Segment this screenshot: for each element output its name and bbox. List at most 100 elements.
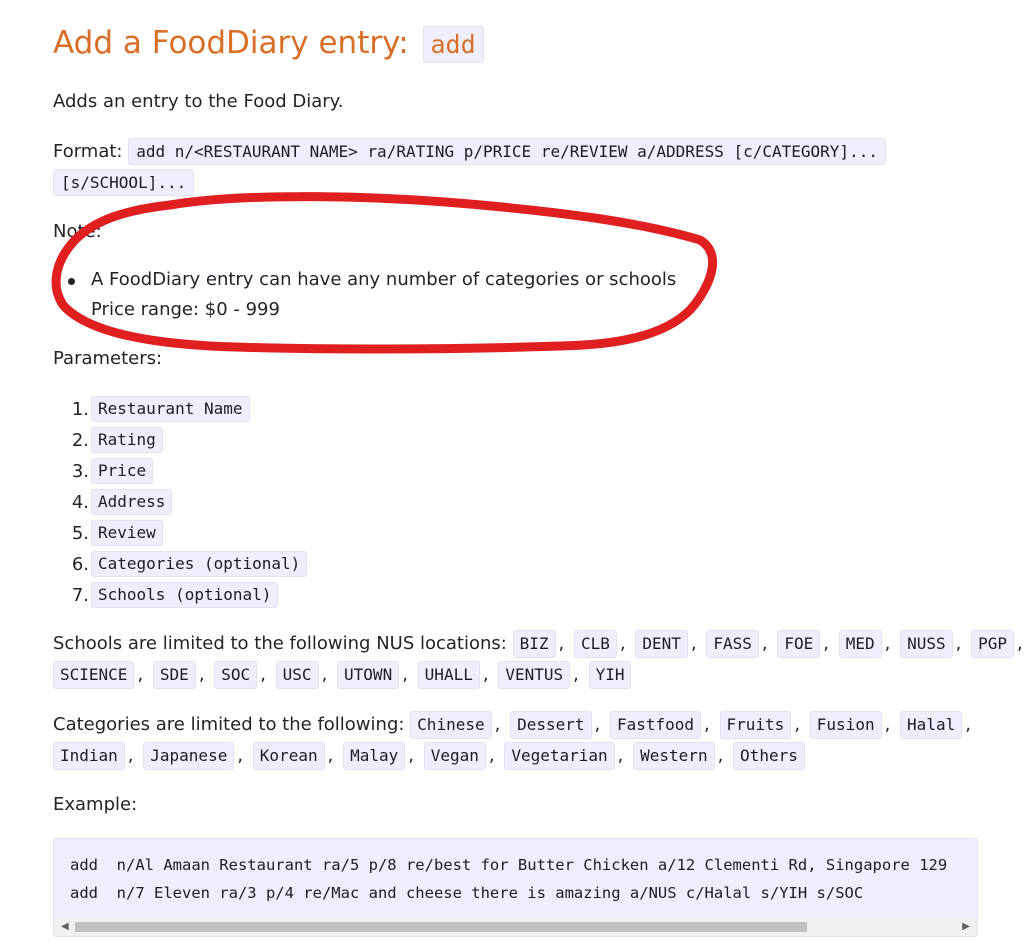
schools-tag: FASS [706,630,759,658]
parameter-code: Price [91,458,154,484]
categories-tag: Malay [343,742,406,770]
schools-tag: USC [275,661,319,689]
separator-comma: , [408,745,414,766]
separator-comma: , [558,633,565,654]
separator-comma: , [955,633,962,654]
parameter-number: 1. [71,399,89,420]
separator-comma: , [690,633,697,654]
separator-comma: , [327,745,334,766]
parameter-item: 7. Schools (optional) [53,580,453,611]
horizontal-scrollbar[interactable]: ◀ ▶ [54,918,977,936]
categories-label: Categories are limited to the following: [53,714,405,735]
separator-comma: , [321,664,328,685]
categories-tag: Western [633,742,715,770]
categories-tag: Fruits [719,711,792,739]
separator-comma: , [494,714,501,735]
parameter-item: 3. Price [53,456,453,487]
example-code: add n/Al Amaan Restaurant ra/5 p/8 re/be… [70,851,947,907]
separator-comma: , [137,664,144,685]
schools-line-1: Schools are limited to the following NUS… [53,629,1023,659]
separator-comma: , [237,745,244,766]
command-code: add [422,26,484,63]
separator-comma: , [488,745,495,766]
parameter-item: 6. Categories (optional) [53,549,453,580]
separator-comma: , [717,745,724,766]
separator-comma: , [823,633,829,654]
format-code-2: [s/SCHOOL]... [53,169,195,196]
parameter-code: Rating [91,427,163,453]
separator-comma: , [127,745,134,766]
note-label: Note: [53,221,102,242]
schools-tag: UTOWN [337,661,400,689]
schools-tag: BIZ [512,630,556,658]
parameters-label: Parameters: [53,348,163,369]
bullet-icon [68,278,75,285]
separator-comma: , [794,714,801,735]
separator-comma: , [260,664,266,685]
format-line-1: Format: add n/<RESTAURANT NAME> ra/RATIN… [53,137,886,167]
separator-comma: , [884,714,891,735]
categories-tag: Halal [900,711,963,739]
categories-line-1: Categories are limited to the following:… [53,710,978,740]
categories-tag: Vegan [423,742,486,770]
note-line-1: A FoodDiary entry can have any number of… [91,269,677,290]
parameter-code: Address [91,489,173,515]
example-label: Example: [53,794,138,815]
parameter-number: 2. [71,430,89,451]
scroll-right-arrow-icon[interactable]: ▶ [962,921,970,933]
schools-tag: PGP [971,630,1014,658]
separator-comma: , [573,664,579,685]
parameter-code: Restaurant Name [91,396,250,422]
categories-tag: Korean [252,742,325,770]
separator-comma: , [619,633,626,654]
parameter-item: 1. Restaurant Name [53,394,453,425]
schools-tag: SCIENCE [53,661,135,689]
categories-tag: Indian [53,742,125,770]
schools-tag: DENT [635,630,688,658]
categories-tag: Vegetarian [504,742,615,770]
categories-tag: Dessert [510,711,592,739]
parameter-code: Review [91,520,163,546]
schools-tag: SOC [214,661,258,689]
categories-tag: Others [733,742,805,770]
section-heading-text: Add a FoodDiary entry: [53,25,409,61]
parameter-number: 7. [71,585,89,606]
schools-tag: NUSS [900,630,953,658]
scroll-left-arrow-icon[interactable]: ◀ [61,921,69,933]
parameter-number: 4. [71,492,89,513]
schools-tag: CLB [573,630,617,658]
separator-comma: , [965,714,971,735]
format-label: Format: [53,141,123,162]
separator-comma: , [617,745,624,766]
parameter-number: 5. [71,523,89,544]
section-heading: Add a FoodDiary entry: add [53,22,484,66]
schools-tag: SDE [152,661,196,689]
schools-line-2: SCIENCE, SDE, SOC, USC, UTOWN, UHALL, VE… [53,660,978,690]
schools-tag: FOE [777,630,821,658]
parameter-item: 5. Review [53,518,453,549]
example-line-1: add n/Al Amaan Restaurant ra/5 p/8 re/be… [70,856,948,874]
separator-comma: , [704,714,710,735]
note-line-2: Price range: $0 - 999 [91,299,280,320]
separator-comma: , [198,664,205,685]
separator-comma: , [884,633,891,654]
example-code-block[interactable]: add n/Al Amaan Restaurant ra/5 p/8 re/be… [53,838,978,937]
parameter-code: Schools (optional) [91,582,279,608]
schools-label: Schools are limited to the following NUS… [53,633,507,654]
scrollbar-thumb[interactable] [75,922,807,932]
parameter-item: 2. Rating [53,425,453,456]
parameters-list: 1. Restaurant Name 2. Rating 3. Price 4. Addres… [53,394,453,611]
categories-tag: Japanese [143,742,235,770]
parameter-number: 3. [71,461,89,482]
separator-comma: , [594,714,601,735]
format-line-2: [s/SCHOOL]... [53,168,195,198]
note-list: A FoodDiary entry can have any number of… [53,265,753,325]
categories-tag: Chinese [410,711,492,739]
schools-tag: VENTUS [498,661,571,689]
schools-tag: UHALL [417,661,480,689]
categories-line-2: Indian, Japanese, Korean, Malay, Vegan, … [53,741,978,771]
description: Adds an entry to the Food Diary. [53,91,344,112]
separator-comma: , [482,664,489,685]
separator-comma: , [402,664,408,685]
separator-comma: , [1017,633,1023,654]
